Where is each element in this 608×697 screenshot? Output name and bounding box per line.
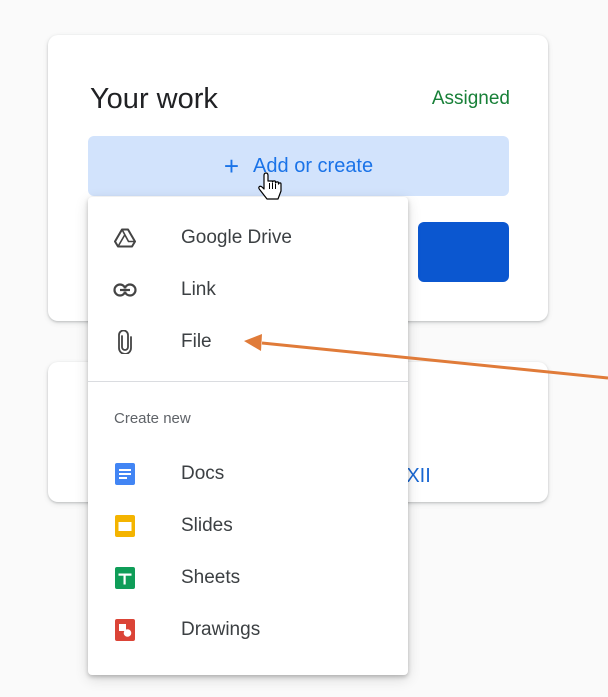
add-or-create-menu: Google Drive Link File Create new Docs S…: [88, 197, 408, 675]
link-icon: [112, 277, 138, 303]
menu-item-drawings[interactable]: Drawings: [88, 604, 408, 656]
drawings-icon: [112, 617, 138, 643]
menu-item-link[interactable]: Link: [88, 264, 408, 316]
menu-item-docs[interactable]: Docs: [88, 448, 408, 500]
menu-item-label: Slides: [181, 515, 233, 536]
plus-icon: +: [223, 151, 240, 181]
menu-item-label: Sheets: [181, 567, 241, 588]
menu-item-label: Drawings: [181, 619, 261, 640]
menu-divider: [88, 381, 408, 382]
your-work-title: Your work: [90, 83, 218, 115]
create-new-heading: Create new: [114, 410, 191, 427]
sheets-icon: [112, 565, 138, 591]
menu-item-label: Google Drive: [181, 227, 292, 248]
assigned-status: Assigned: [431, 88, 510, 109]
menu-item-label: Link: [181, 279, 216, 300]
menu-item-label: Docs: [181, 463, 225, 484]
google-drive-icon: [112, 225, 138, 251]
menu-item-file[interactable]: File: [88, 316, 408, 368]
paperclip-icon: [112, 329, 138, 355]
menu-item-label: File: [181, 331, 212, 352]
menu-item-google-drive[interactable]: Google Drive: [88, 212, 408, 264]
hand-cursor-icon: [258, 172, 282, 200]
slides-icon: [112, 513, 138, 539]
mark-as-done-button[interactable]: [418, 222, 509, 282]
menu-item-sheets[interactable]: Sheets: [88, 552, 408, 604]
menu-item-slides[interactable]: Slides: [88, 500, 408, 552]
docs-icon: [112, 461, 138, 487]
add-or-create-button[interactable]: + Add or create: [88, 136, 509, 196]
